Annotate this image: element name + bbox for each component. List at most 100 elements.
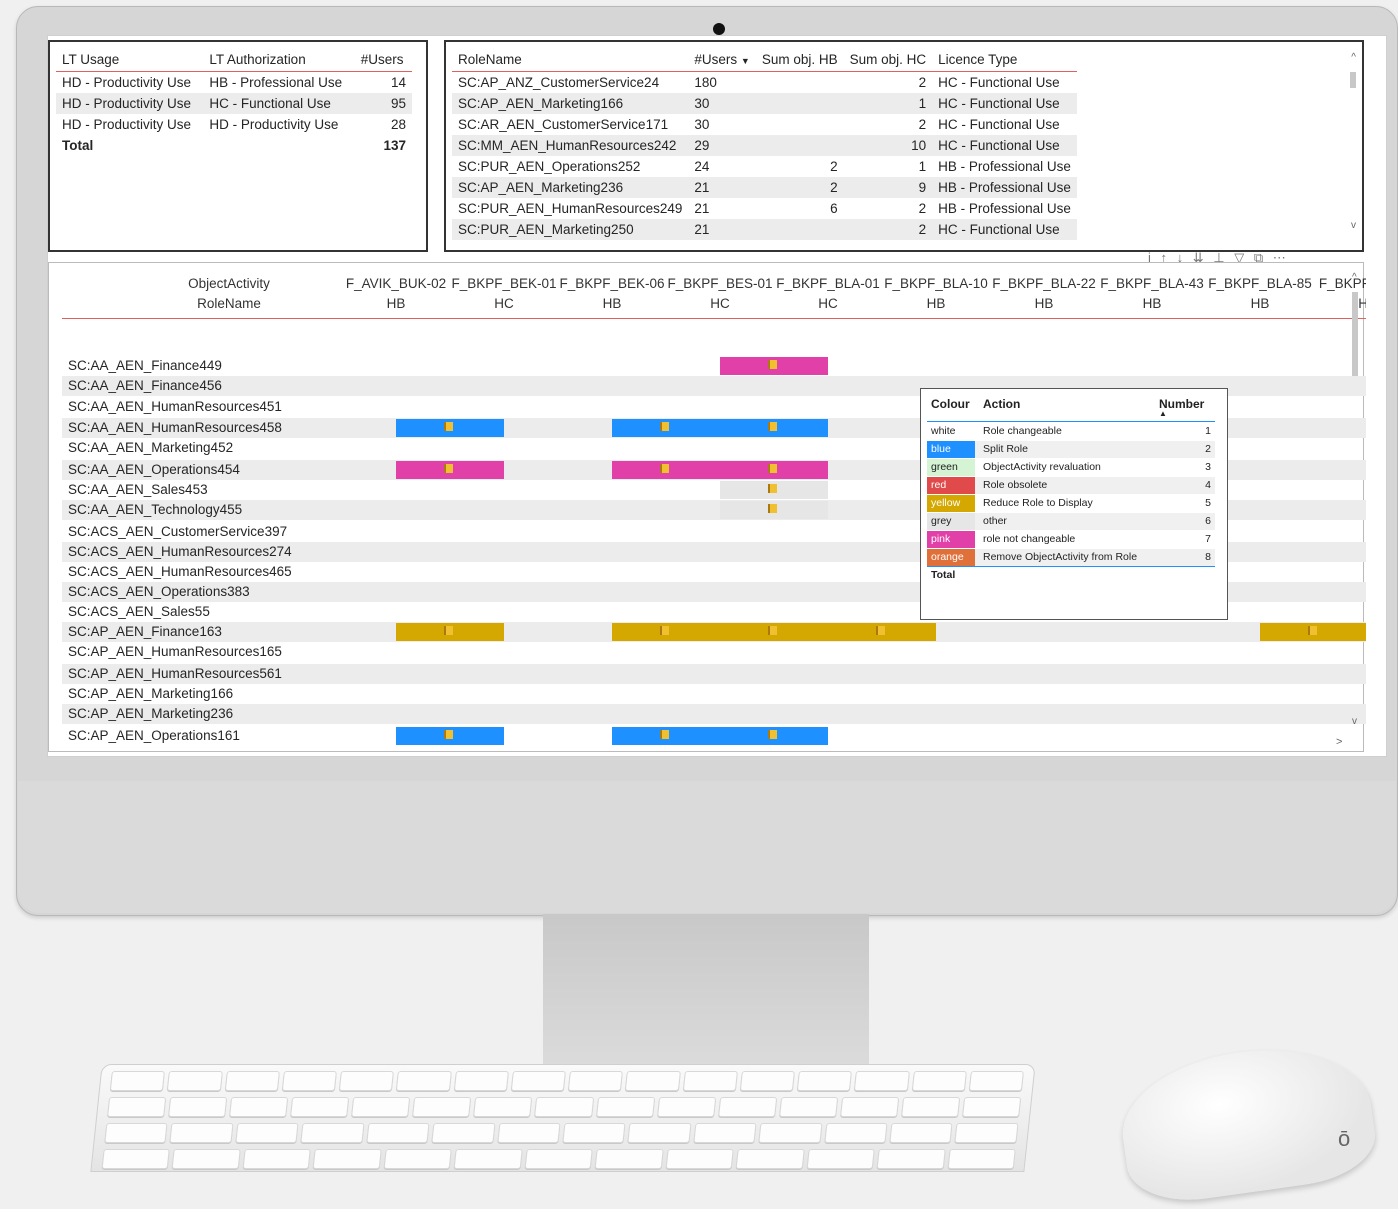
matrix-cell-blue[interactable] [396, 727, 504, 745]
table-row[interactable]: SC:MM_AEN_HumanResources242 29 10 HC - Func… [452, 135, 1077, 156]
matrix-row-name[interactable]: SC:ACS_AEN_HumanResources465 [68, 564, 292, 579]
matrix-cell-yellow[interactable] [612, 623, 720, 641]
matrix-column-header[interactable]: F_BKPF_BEK-06 HB [558, 274, 666, 314]
matrix-column-header[interactable]: F_BKPF_BEK-01 HC [450, 274, 558, 314]
col-licence-type[interactable]: Licence Type [932, 48, 1077, 72]
role-license-table[interactable]: RoleName #Users ▼ Sum obj. HB Sum obj. H… [444, 40, 1364, 252]
matrix-cell-blue[interactable] [720, 419, 828, 437]
legend-row[interactable]: orange Remove ObjectActivity from Role 8 [927, 549, 1215, 566]
matrix-row[interactable]: SC:AA_AEN_Finance449 [62, 356, 1366, 376]
cell-licence-type: HC - Functional Use [932, 135, 1077, 156]
matrix-row-name[interactable]: SC:AP_AEN_HumanResources561 [68, 666, 282, 681]
matrix-row-name[interactable]: SC:AP_AEN_Operations161 [68, 728, 240, 743]
matrix-cell-grey[interactable] [720, 481, 828, 499]
col-lt-authorization[interactable]: LT Authorization [203, 48, 355, 72]
table-row[interactable]: SC:PUR_AEN_Marketing250 21 2 HC - Functiona… [452, 219, 1077, 240]
legend-colour-swatch: white [927, 423, 975, 440]
flag-icon [768, 730, 777, 739]
matrix-row[interactable]: SC:AP_AEN_Finance163 [62, 622, 1366, 642]
table-row[interactable]: SC:PUR_AEN_Operations252 24 2 1 HB - Profess… [452, 156, 1077, 177]
table-row[interactable]: SC:AP_AEN_Marketing166 30 1 HC - Functional… [452, 93, 1077, 114]
cell-licence-type: HC - Functional Use [938, 117, 1060, 132]
matrix-row-name[interactable]: SC:AA_AEN_Technology455 [68, 502, 242, 517]
table-row[interactable]: SC:PUR_AEN_HumanResources249 21 6 2 HB - Pro… [452, 198, 1077, 219]
matrix-column-header[interactable]: F_AVIK_BUK-02 HB [342, 274, 450, 314]
legend-row[interactable]: red Role obsolete 4 [927, 477, 1215, 494]
table2-scrollbar-thumb[interactable] [1350, 72, 1356, 88]
matrix-row[interactable]: SC:AP_AEN_Marketing166 [62, 684, 1366, 704]
table-row[interactable]: SC:AP_ANZ_CustomerService24 180 2 HC - Func… [452, 72, 1077, 94]
matrix-column-header[interactable]: F_BKPF_BLA-85 HB [1206, 274, 1314, 314]
legend-row[interactable]: pink role not changeable 7 [927, 531, 1215, 548]
matrix-row-name[interactable]: SC:AP_AEN_Marketing166 [68, 686, 233, 701]
matrix-column-header[interactable]: F_BKPF_BLA-10 HB [882, 274, 990, 314]
scroll-down-icon[interactable]: v [1351, 220, 1356, 231]
matrix-row-name[interactable]: SC:ACS_AEN_HumanResources274 [68, 544, 292, 559]
matrix-row-name[interactable]: SC:ACS_AEN_CustomerService397 [68, 524, 287, 539]
matrix-row-name[interactable]: SC:AA_AEN_HumanResources451 [68, 399, 282, 414]
cell-sum-hb [755, 219, 844, 240]
matrix-column-header[interactable]: F_BKPF_BLA-43 HB [1098, 274, 1206, 314]
col-users-sorted[interactable]: #Users ▼ [688, 48, 756, 72]
legend-row[interactable]: white Role changeable 1 [927, 423, 1215, 440]
matrix-cell-grey[interactable] [720, 501, 828, 519]
table-row[interactable]: HD - Productivity Use HB - Professional U… [56, 72, 412, 94]
matrix-cell-pink[interactable] [396, 461, 504, 479]
legend-col-colour[interactable]: Colour [931, 397, 970, 411]
matrix-row-name[interactable]: SC:AP_AEN_Marketing236 [68, 706, 233, 721]
matrix-row-name[interactable]: SC:AP_AEN_HumanResources165 [68, 644, 282, 659]
matrix-cell-yellow[interactable] [828, 623, 936, 641]
legend-action: Remove ObjectActivity from Role [983, 551, 1138, 563]
legend-row[interactable]: yellow Reduce Role to Display 5 [927, 495, 1215, 512]
table-row[interactable]: HD - Productivity Use HC - Functional Use… [56, 93, 412, 114]
matrix-row-name[interactable]: SC:AA_AEN_Finance449 [68, 358, 222, 373]
matrix-cell-pink[interactable] [720, 357, 828, 375]
colour-legend-table[interactable]: Colour Action Number ▲ white Role changea… [920, 388, 1228, 620]
matrix-cell-blue[interactable] [720, 727, 828, 745]
matrix-scroll-right-icon[interactable]: > [1336, 736, 1342, 748]
matrix-cell-yellow[interactable] [1260, 623, 1366, 641]
column-object-activity: F_BKPF_BLA-22 [992, 276, 1096, 291]
legend-col-action[interactable]: Action [983, 397, 1020, 411]
matrix-row-name[interactable]: SC:AA_AEN_Operations454 [68, 462, 240, 477]
matrix-row-name[interactable]: SC:AA_AEN_HumanResources458 [68, 420, 282, 435]
legend-row[interactable]: blue Split Role 2 [927, 441, 1215, 458]
legend-row[interactable]: grey other 6 [927, 513, 1215, 530]
col-sum-hc[interactable]: Sum obj. HC [843, 48, 933, 72]
matrix-cell-pink[interactable] [612, 461, 720, 479]
matrix-row-name[interactable]: SC:ACS_AEN_Sales55 [68, 604, 210, 619]
matrix-row-name[interactable]: SC:AP_AEN_Finance163 [68, 624, 222, 639]
matrix-row[interactable]: SC:AP_AEN_Operations161 [62, 726, 1366, 746]
legend-row[interactable]: green ObjectActivity revaluation 3 [927, 459, 1215, 476]
matrix-column-header[interactable]: F_BKPF_BES-01 HC [666, 274, 774, 314]
matrix-vscroll-thumb[interactable] [1352, 292, 1358, 376]
matrix-cell-yellow[interactable] [396, 623, 504, 641]
matrix-row-name[interactable]: SC:AA_AEN_Sales453 [68, 482, 208, 497]
matrix-column-header[interactable]: F_BKPF_BLA-01 HC [774, 274, 882, 314]
matrix-column-header[interactable]: F_BKPF_BUK-0 HC [1314, 274, 1366, 314]
table-row[interactable]: SC:AP_AEN_Marketing236 21 2 9 HB - Professio… [452, 177, 1077, 198]
matrix-scroll-down-icon[interactable]: v [1352, 716, 1357, 727]
col-sum-hb[interactable]: Sum obj. HB [755, 48, 844, 72]
matrix-cell-blue[interactable] [612, 727, 720, 745]
matrix-row[interactable]: SC:AP_AEN_HumanResources165 [62, 642, 1366, 662]
table-row[interactable]: SC:AR_AEN_CustomerService171 30 2 HC - Func… [452, 114, 1077, 135]
matrix-row-name[interactable]: SC:AA_AEN_Marketing452 [68, 440, 233, 455]
matrix-column-header[interactable]: F_BKPF_BLA-22 HB [990, 274, 1098, 314]
cell-lt-authorization: HB - Professional Use [209, 75, 343, 90]
col-lt-usage[interactable]: LT Usage [56, 48, 204, 72]
license-summary-table[interactable]: LT Usage LT Authorization #Users HD - Pr… [48, 40, 428, 252]
matrix-scroll-up-icon[interactable]: ^ [1352, 272, 1357, 283]
matrix-cell-blue[interactable] [396, 419, 504, 437]
col-rolename[interactable]: RoleName [452, 48, 689, 72]
matrix-row-name[interactable]: SC:ACS_AEN_Operations383 [68, 584, 250, 599]
matrix-row[interactable]: SC:AP_AEN_HumanResources561 [62, 664, 1366, 684]
col-users[interactable]: #Users [354, 48, 412, 72]
matrix-cell-pink[interactable] [720, 461, 828, 479]
matrix-cell-yellow[interactable] [720, 623, 828, 641]
scroll-up-icon[interactable]: ^ [1351, 52, 1356, 63]
matrix-cell-blue[interactable] [612, 419, 720, 437]
matrix-row-name[interactable]: SC:AA_AEN_Finance456 [68, 378, 222, 393]
table-row[interactable]: HD - Productivity Use HD - Productivity U… [56, 114, 412, 135]
matrix-row[interactable]: SC:AP_AEN_Marketing236 [62, 704, 1366, 724]
